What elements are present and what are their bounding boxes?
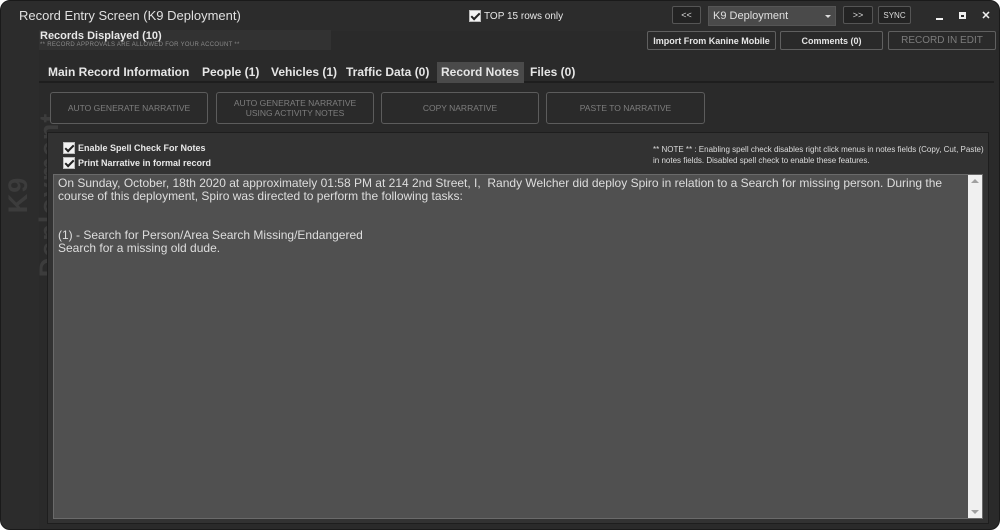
scroll-up-icon[interactable] <box>971 179 979 183</box>
copy-narrative-button[interactable]: COPY NARRATIVE <box>381 92 539 124</box>
previous-record-button[interactable]: << <box>672 6 701 24</box>
maximize-icon <box>959 12 966 19</box>
minimize-button[interactable] <box>933 9 947 23</box>
tab-record-notes[interactable]: Record Notes <box>437 62 524 83</box>
close-icon: ✕ <box>981 10 991 22</box>
records-approval-note: ** RECORD APPROVALS ARE ALLOWED FOR YOUR… <box>40 42 240 48</box>
scroll-down-icon[interactable] <box>971 510 979 514</box>
tab-people[interactable]: People (1) <box>198 62 263 83</box>
title-bar: Record Entry Screen (K9 Deployment) TOP … <box>1 1 999 31</box>
checkbox-icon[interactable] <box>63 142 75 154</box>
formal-record-checkbox[interactable]: Print Narrative in formal record <box>63 157 211 169</box>
tab-bar: Main Record Information People (1) Vehic… <box>39 61 994 83</box>
side-panel: K9 Deployment <box>1 31 64 529</box>
minimize-icon <box>936 18 943 20</box>
record-type-select[interactable]: K9 Deployment <box>708 6 836 26</box>
window-title: Record Entry Screen (K9 Deployment) <box>19 8 241 23</box>
formal-record-label: Print Narrative in formal record <box>78 158 212 168</box>
narrative-scrollbar[interactable] <box>968 175 982 518</box>
record-in-edit-status: RECORD IN EDIT <box>888 31 996 50</box>
chevron-down-icon <box>825 15 831 18</box>
notes-panel: Enable Spell Check For Notes Print Narra… <box>47 132 989 524</box>
side-watermark-label: K9 Deployment <box>3 113 64 278</box>
spell-check-label: Enable Spell Check For Notes <box>78 143 206 153</box>
auto-generate-narrative-button[interactable]: AUTO GENERATE NARRATIVE <box>50 92 208 124</box>
sync-button[interactable]: SYNC <box>878 6 911 24</box>
top-rows-label: TOP 15 rows only <box>484 10 564 22</box>
maximize-button[interactable] <box>956 9 970 23</box>
auto-generate-activity-narrative-button[interactable]: AUTO GENERATE NARRATIVE USING ACTIVITY N… <box>216 92 374 124</box>
close-button[interactable]: ✕ <box>979 9 993 23</box>
record-entry-window: Record Entry Screen (K9 Deployment) TOP … <box>0 0 1000 530</box>
tab-vehicles[interactable]: Vehicles (1) <box>267 62 341 83</box>
paste-to-narrative-button[interactable]: PASTE TO NARRATIVE <box>546 92 705 124</box>
narrative-textarea[interactable]: On Sunday, October, 18th 2020 at approxi… <box>53 174 983 519</box>
checkbox-icon[interactable] <box>63 157 75 169</box>
next-record-button[interactable]: >> <box>843 6 873 24</box>
tab-traffic-data[interactable]: Traffic Data (0) <box>342 62 433 83</box>
tab-files[interactable]: Files (0) <box>526 62 579 83</box>
spell-check-checkbox[interactable]: Enable Spell Check For Notes <box>63 142 206 154</box>
narrative-text: On Sunday, October, 18th 2020 at approxi… <box>58 176 943 255</box>
checkbox-icon[interactable] <box>469 10 481 22</box>
spell-check-note: ** NOTE ** : Enabling spell check disabl… <box>653 145 984 165</box>
tab-main-record-information[interactable]: Main Record Information <box>44 62 193 83</box>
import-kanine-mobile-button[interactable]: Import From Kanine Mobile <box>647 31 776 50</box>
records-displayed-title: Records Displayed (10) <box>40 30 162 42</box>
records-header: Records Displayed (10) ** RECORD APPROVA… <box>39 30 331 50</box>
record-type-value: K9 Deployment <box>713 10 789 22</box>
top-rows-checkbox[interactable]: TOP 15 rows only <box>469 10 563 22</box>
comments-button[interactable]: Comments (0) <box>780 31 883 50</box>
